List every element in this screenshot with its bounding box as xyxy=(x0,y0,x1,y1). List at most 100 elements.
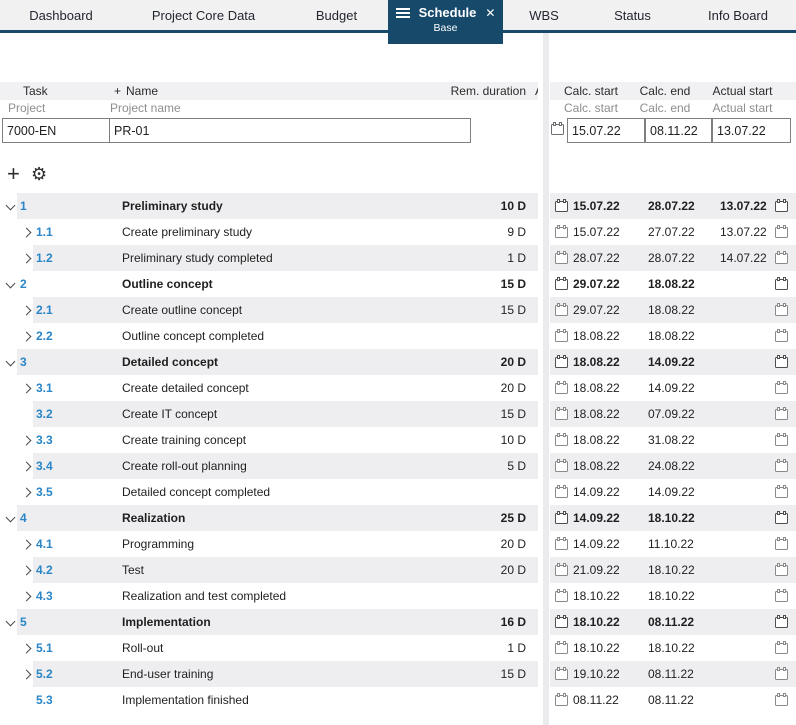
tab-budget[interactable]: Budget ✕ xyxy=(285,0,388,30)
task-row[interactable]: 5 Implementation 16 D xyxy=(0,609,538,635)
chevron-icon[interactable] xyxy=(21,565,32,576)
task-dates-row[interactable]: 18.08.22 14.09.22 xyxy=(550,349,796,375)
task-dates-row[interactable]: 29.07.22 18.08.22 xyxy=(550,297,796,323)
task-row[interactable]: 2.1 Create outline concept 15 D xyxy=(0,297,538,323)
task-dates-row[interactable]: 18.08.22 14.09.22 xyxy=(550,375,796,401)
chevron-icon[interactable] xyxy=(21,643,32,654)
column-header-task[interactable]: Task xyxy=(23,82,48,100)
calendar-icon[interactable] xyxy=(555,251,568,264)
task-row[interactable]: 3.5 Detailed concept completed xyxy=(0,479,538,505)
chevron-icon[interactable] xyxy=(5,200,16,211)
calendar-icon[interactable] xyxy=(551,122,564,135)
task-dates-row[interactable]: 18.10.22 18.10.22 xyxy=(550,635,796,661)
calendar-icon[interactable] xyxy=(775,459,788,472)
task-row[interactable]: 4.2 Test 20 D xyxy=(0,557,538,583)
task-dates-row[interactable]: 14.09.22 11.10.22 xyxy=(550,531,796,557)
task-row[interactable]: 3.3 Create training concept 10 D xyxy=(0,427,538,453)
column-header-calc-start[interactable]: Calc. start xyxy=(558,82,624,100)
calendar-icon[interactable] xyxy=(775,485,788,498)
chevron-icon[interactable] xyxy=(5,616,16,627)
calendar-icon[interactable] xyxy=(775,251,788,264)
calendar-icon[interactable] xyxy=(775,693,788,706)
task-row[interactable]: 3.4 Create roll-out planning 5 D xyxy=(0,453,538,479)
calendar-icon[interactable] xyxy=(555,303,568,316)
task-dates-row[interactable]: 14.09.22 14.09.22 xyxy=(550,479,796,505)
calendar-icon[interactable] xyxy=(555,693,568,706)
task-dates-row[interactable]: 18.08.22 24.08.22 xyxy=(550,453,796,479)
calendar-icon[interactable] xyxy=(775,589,788,602)
task-filter-input[interactable] xyxy=(3,119,110,142)
close-icon[interactable]: ✕ xyxy=(485,7,495,19)
task-dates-row[interactable]: 19.10.22 08.11.22 xyxy=(550,661,796,687)
calendar-icon[interactable] xyxy=(775,511,788,524)
column-header-rem-duration[interactable]: Rem. duration xyxy=(451,82,526,100)
tab-info-board[interactable]: Info Board ✕ xyxy=(680,0,796,30)
task-dates-row[interactable]: 18.10.22 08.11.22 xyxy=(550,609,796,635)
calendar-icon[interactable] xyxy=(775,407,788,420)
chevron-icon[interactable] xyxy=(21,305,32,316)
calendar-icon[interactable] xyxy=(775,641,788,654)
calendar-icon[interactable] xyxy=(555,277,568,290)
calc-end-filter-input[interactable] xyxy=(645,118,712,143)
tab-project-core-data[interactable]: Project Core Data ✕ xyxy=(122,0,285,30)
tab-status[interactable]: Status ✕ xyxy=(585,0,680,30)
calendar-icon[interactable] xyxy=(775,277,788,290)
column-header-actual-start[interactable]: Actual start xyxy=(708,82,777,100)
calendar-icon[interactable] xyxy=(775,381,788,394)
calendar-icon[interactable] xyxy=(555,355,568,368)
tab-dashboard[interactable]: Dashboard ✕ xyxy=(0,0,122,30)
chevron-icon[interactable] xyxy=(5,278,16,289)
task-row[interactable]: 2 Outline concept 15 D xyxy=(0,271,538,297)
calendar-icon[interactable] xyxy=(555,433,568,446)
calendar-icon[interactable] xyxy=(555,381,568,394)
calendar-icon[interactable] xyxy=(555,407,568,420)
column-header-clipped[interactable]: A xyxy=(535,82,538,100)
chevron-icon[interactable] xyxy=(21,435,32,446)
add-column-icon[interactable]: + xyxy=(114,82,121,100)
task-row[interactable]: 4.3 Realization and test completed xyxy=(0,583,538,609)
task-row[interactable]: 4.1 Programming 20 D xyxy=(0,531,538,557)
calendar-icon[interactable] xyxy=(555,485,568,498)
calendar-icon[interactable] xyxy=(555,641,568,654)
panel-splitter[interactable] xyxy=(543,32,549,725)
chevron-icon[interactable] xyxy=(21,669,32,680)
chevron-icon[interactable] xyxy=(21,539,32,550)
calendar-icon[interactable] xyxy=(775,303,788,316)
chevron-icon[interactable] xyxy=(21,383,32,394)
task-row[interactable]: 3 Detailed concept 20 D xyxy=(0,349,538,375)
chevron-icon[interactable] xyxy=(21,487,32,498)
calendar-icon[interactable] xyxy=(775,563,788,576)
actual-start-filter-input[interactable] xyxy=(712,118,791,143)
tab-schedule[interactable]: Schedule ✕ Base xyxy=(388,0,503,44)
calendar-icon[interactable] xyxy=(775,433,788,446)
task-row[interactable]: 1 Preliminary study 10 D xyxy=(0,193,538,219)
task-row[interactable]: 1.2 Preliminary study completed 1 D xyxy=(0,245,538,271)
task-row[interactable]: 3.1 Create detailed concept 20 D xyxy=(0,375,538,401)
task-dates-row[interactable]: 21.09.22 18.10.22 xyxy=(550,557,796,583)
chevron-icon[interactable] xyxy=(5,356,16,367)
menu-icon[interactable] xyxy=(395,7,410,18)
chevron-icon[interactable] xyxy=(21,591,32,602)
column-header-name[interactable]: Name xyxy=(126,82,158,100)
calendar-icon[interactable] xyxy=(555,537,568,550)
calendar-icon[interactable] xyxy=(775,615,788,628)
calendar-icon[interactable] xyxy=(775,355,788,368)
calendar-icon[interactable] xyxy=(555,459,568,472)
task-dates-row[interactable]: 14.09.22 18.10.22 xyxy=(550,505,796,531)
calendar-icon[interactable] xyxy=(775,329,788,342)
calendar-icon[interactable] xyxy=(555,511,568,524)
calendar-icon[interactable] xyxy=(775,667,788,680)
task-row[interactable]: 2.2 Outline concept completed xyxy=(0,323,538,349)
calc-start-filter-input[interactable] xyxy=(567,118,645,143)
settings-gear-button[interactable]: ⚙ xyxy=(31,160,47,188)
chevron-icon[interactable] xyxy=(21,461,32,472)
calendar-icon[interactable] xyxy=(555,225,568,238)
calendar-icon[interactable] xyxy=(555,329,568,342)
task-row[interactable]: 4 Realization 25 D xyxy=(0,505,538,531)
calendar-icon[interactable] xyxy=(555,199,568,212)
chevron-icon[interactable] xyxy=(21,331,32,342)
task-dates-row[interactable]: 18.08.22 07.09.22 xyxy=(550,401,796,427)
calendar-icon[interactable] xyxy=(775,537,788,550)
calendar-icon[interactable] xyxy=(555,589,568,602)
calendar-icon[interactable] xyxy=(775,225,788,238)
